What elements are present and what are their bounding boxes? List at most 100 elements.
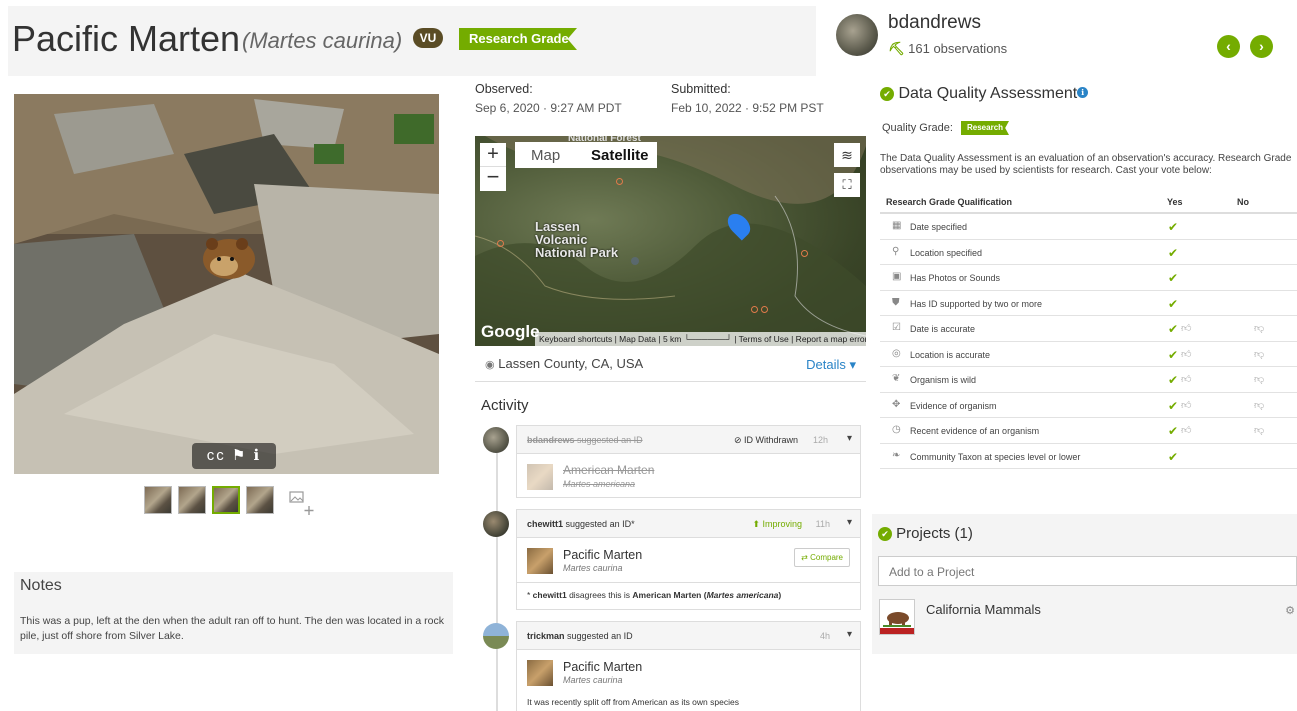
details-dropdown[interactable]: Details ▾ bbox=[806, 357, 856, 373]
add-photo-icon[interactable] bbox=[288, 490, 316, 518]
photo-thumbnail[interactable] bbox=[144, 486, 172, 514]
next-observation-button[interactable]: › bbox=[1250, 35, 1273, 58]
activity-user[interactable]: bdandrews bbox=[527, 435, 575, 445]
footprint-icon: ✥ bbox=[892, 398, 901, 410]
photo-thumbnail[interactable] bbox=[246, 486, 274, 514]
thumbs-up-icon[interactable]: 👍︎ bbox=[1181, 399, 1191, 411]
activity-action: suggested an ID bbox=[577, 435, 643, 445]
projects-heading[interactable]: ✔ Projects (1) bbox=[878, 525, 973, 542]
dqa-title: Data Quality Assessment bbox=[898, 85, 1078, 102]
thumbs-down-icon[interactable]: 👎︎ bbox=[1254, 373, 1264, 385]
avatar[interactable] bbox=[483, 623, 509, 649]
check-icon: ✔ bbox=[1168, 373, 1179, 387]
chevron-down-icon[interactable]: ▾ bbox=[847, 629, 852, 640]
map-type-satellite-button[interactable]: Satellite bbox=[591, 147, 649, 164]
thumbs-down-icon[interactable]: 👎︎ bbox=[1254, 424, 1264, 436]
taxon-common-name[interactable]: Pacific Marten bbox=[563, 660, 642, 674]
map-poi-marker[interactable] bbox=[761, 306, 768, 313]
avatar[interactable] bbox=[483, 511, 509, 537]
chevron-down-icon[interactable]: ▾ bbox=[847, 517, 852, 528]
map-poi-marker[interactable] bbox=[751, 306, 758, 313]
activity-time: 12h bbox=[812, 435, 828, 445]
activity-comment: It was recently split off from American … bbox=[527, 697, 739, 707]
map-attribution-bar[interactable]: Keyboard shortcuts | Map Data | 5 km └──… bbox=[535, 332, 866, 346]
dqa-heading[interactable]: ✔ Data Quality Assessment ℹ bbox=[880, 85, 1089, 103]
dqa-rows: ▦ Date specified ✔ ⚲ Location specified ✔ ▣ Has… bbox=[880, 214, 1297, 469]
photo-thumbnail[interactable] bbox=[178, 486, 206, 514]
calendar-icon: ▦ bbox=[892, 220, 902, 231]
taxon-thumbnail[interactable] bbox=[527, 464, 553, 490]
map-poi-marker[interactable] bbox=[497, 240, 504, 247]
leaf-icon: ❧ bbox=[892, 449, 901, 461]
thumbs-up-icon[interactable]: 👍︎ bbox=[1181, 373, 1191, 385]
thumbs-up-icon[interactable]: 👍︎ bbox=[1181, 424, 1191, 436]
chevron-circle-icon: ✔ bbox=[880, 87, 894, 101]
dqa-criterion-label: Recent evidence of an organism bbox=[910, 426, 1040, 436]
chevron-down-icon[interactable]: ▾ bbox=[847, 433, 852, 444]
check-icon: ✔ bbox=[1168, 398, 1179, 413]
notes-heading: Notes bbox=[20, 577, 62, 594]
dqa-criterion-label: Community Taxon at species level or lowe… bbox=[910, 451, 1081, 462]
avatar[interactable] bbox=[836, 14, 878, 56]
avatar[interactable] bbox=[483, 427, 509, 453]
observation-photo[interactable]: cc ⚑ ℹ bbox=[14, 94, 439, 474]
taxon-common-name[interactable]: American Marten bbox=[563, 463, 654, 477]
fullscreen-icon[interactable]: ⛶ bbox=[834, 173, 860, 197]
dqa-criterion-label: Location is accurate bbox=[910, 349, 991, 360]
thumbs-down-icon[interactable]: 👎︎ bbox=[1254, 348, 1264, 360]
binoculars-icon: ⛏ bbox=[888, 41, 905, 56]
gear-icon[interactable]: ⚙ bbox=[1285, 604, 1295, 617]
map-type-map-button[interactable]: Map bbox=[531, 147, 560, 164]
conservation-status-badge[interactable]: VU bbox=[413, 28, 443, 48]
info-icon[interactable]: ℹ bbox=[1077, 87, 1089, 98]
layers-icon[interactable]: ≋ bbox=[834, 143, 860, 167]
note-user[interactable]: chewitt1 bbox=[533, 590, 567, 600]
observation-map[interactable]: + − Map Satellite ≋ ⛶ National Forest La… bbox=[475, 136, 866, 346]
observer-username[interactable]: bdandrews bbox=[888, 12, 981, 34]
activity-heading: Activity bbox=[481, 397, 529, 414]
activity-action: suggested an ID* bbox=[565, 519, 635, 529]
map-zoom-out-button[interactable]: − bbox=[480, 166, 506, 191]
google-logo: Google bbox=[481, 322, 540, 341]
taxon-common-name[interactable]: Pacific Marten bbox=[563, 548, 642, 562]
check-icon: ✔ bbox=[1168, 220, 1179, 234]
photo-thumbnail-selected[interactable] bbox=[212, 486, 240, 514]
activity-user-action: chewitt1 suggested an ID* bbox=[527, 519, 635, 529]
activity-timeline bbox=[496, 440, 498, 711]
previous-observation-button[interactable]: ‹ bbox=[1217, 35, 1240, 58]
california-flag-icon[interactable] bbox=[879, 599, 915, 635]
thumbs-up-icon[interactable]: 👍︎ bbox=[1181, 322, 1191, 334]
map-poi-marker[interactable] bbox=[616, 178, 623, 185]
submitted-label: Submitted: bbox=[671, 82, 731, 96]
dqa-column-yes: Yes bbox=[1167, 197, 1183, 207]
activity-user[interactable]: chewitt1 bbox=[527, 519, 563, 529]
dqa-criterion-label: Location specified bbox=[910, 247, 983, 258]
activity-header: chewitt1 suggested an ID* ⬆ Improving 11… bbox=[517, 510, 860, 538]
dqa-table: Research Grade Qualification Yes No ▦ Dat… bbox=[880, 190, 1297, 469]
species-common-name[interactable]: Pacific Marten bbox=[12, 18, 240, 60]
eye-icon[interactable]: ◉ bbox=[485, 359, 495, 371]
dqa-row: ☑ Date is accurate ✔ 👍︎ 👎︎ bbox=[880, 316, 1297, 342]
activity-item: trickman suggested an ID 4h ▾ Pacific Ma… bbox=[516, 621, 861, 711]
note-taxon-sci: Martes americana bbox=[706, 590, 779, 600]
compare-button[interactable]: ⇄ Compare bbox=[794, 548, 850, 567]
add-project-input[interactable]: Add to a Project bbox=[878, 556, 1297, 586]
activity-time: 4h bbox=[819, 631, 830, 641]
taxon-thumbnail[interactable] bbox=[527, 548, 553, 574]
project-name[interactable]: California Mammals bbox=[926, 602, 1041, 617]
photo-license-overlay[interactable]: cc ⚑ ℹ bbox=[192, 443, 276, 469]
note-taxon[interactable]: American Marten bbox=[632, 590, 701, 600]
taxon-scientific-name: Martes caurina bbox=[563, 675, 623, 685]
activity-user[interactable]: trickman bbox=[527, 631, 565, 641]
activity-user-action: bdandrews suggested an ID bbox=[527, 435, 643, 445]
taxon-thumbnail[interactable] bbox=[527, 660, 553, 686]
observed-label: Observed: bbox=[475, 82, 533, 96]
thumbs-up-icon[interactable]: 👍︎ bbox=[1181, 348, 1191, 360]
thumbs-down-icon[interactable]: 👎︎ bbox=[1254, 322, 1264, 334]
location-row: ◉ Lassen County, CA, USA Details ▾ bbox=[475, 346, 866, 382]
map-poi-marker[interactable] bbox=[801, 250, 808, 257]
thumbs-down-icon[interactable]: 👎︎ bbox=[1254, 399, 1264, 411]
dqa-description: The Data Quality Assessment is an evalua… bbox=[880, 153, 1292, 176]
observation-count[interactable]: ⛏ 161 observations bbox=[888, 41, 1007, 57]
species-scientific-name: (Martes caurina) bbox=[242, 28, 403, 53]
